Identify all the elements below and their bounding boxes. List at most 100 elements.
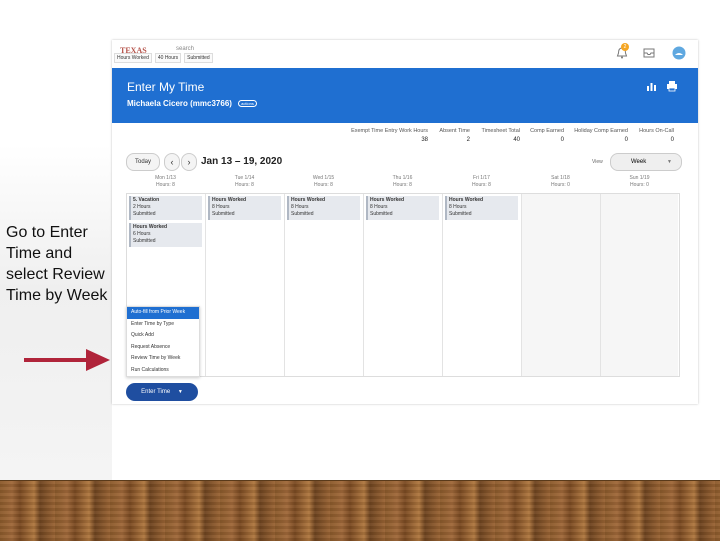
time-block-hours: 8 Hours: [291, 204, 309, 210]
next-week-button[interactable]: ›: [181, 153, 197, 171]
context-tab[interactable]: Hours Worked: [114, 53, 152, 63]
context-tabs: Hours Worked 40 Hours Submitted: [114, 53, 213, 63]
wood-floor-decoration: [0, 480, 720, 541]
page-header: Enter My Time Michaela Cicero (mmc3766) …: [112, 68, 698, 123]
page-title: Enter My Time: [127, 80, 205, 94]
day-column[interactable]: Hours Worked 8 Hours Submitted: [364, 194, 443, 376]
day-hours: Hours: 0: [630, 182, 649, 188]
summary-value: 40: [513, 137, 520, 143]
summary-label: Hours On-Call: [639, 128, 674, 134]
time-block-hours: 8 Hours: [212, 204, 230, 210]
view-select-value: Week: [631, 159, 647, 165]
time-block-status: Submitted: [133, 211, 156, 217]
day-name: Mon 1/13: [155, 175, 176, 181]
summary-label: Timesheet Total: [481, 128, 520, 134]
summary-value: 2: [466, 137, 470, 143]
time-block-hours: 2 Hours: [133, 204, 151, 210]
inbox-icon[interactable]: [642, 46, 656, 60]
enter-time-button-label: Enter Time: [141, 389, 171, 395]
profile-avatar-icon[interactable]: [672, 46, 686, 60]
time-block-status: Submitted: [133, 238, 156, 244]
day-header: Tue 1/14 Hours: 8: [205, 175, 284, 189]
day-name: Tue 1/14: [234, 175, 255, 181]
time-block[interactable]: Hours Worked 8 Hours Submitted: [366, 196, 439, 220]
date-range-label: Jan 13 – 19, 2020: [201, 156, 283, 167]
menu-item-quick-add[interactable]: Quick Add: [127, 330, 199, 342]
workday-screenshot: TEXAS search Hours Worked 40 Hours Submi…: [112, 40, 698, 404]
summary-item: Comp Earned 0: [526, 128, 564, 143]
day-column[interactable]: [522, 194, 601, 376]
summary-label: Exempt Time Entry Work Hours: [351, 128, 428, 134]
chart-icon[interactable]: [646, 80, 658, 92]
time-block-status: Submitted: [291, 211, 314, 217]
time-block-title: Hours Worked: [449, 197, 484, 203]
worker-name-text: Michaela Cicero (mmc3766): [127, 99, 232, 108]
day-hours: Hours: 8: [235, 182, 254, 188]
time-block[interactable]: Hours Worked 8 Hours Submitted: [445, 196, 518, 220]
view-label: View: [592, 159, 603, 165]
day-header: Thu 1/16 Hours: 8: [363, 175, 442, 189]
print-icon[interactable]: [666, 80, 678, 92]
notification-badge: 2: [621, 43, 629, 51]
context-tab[interactable]: Submitted: [184, 53, 213, 63]
summary-item: Absent Time 2: [434, 128, 470, 143]
day-column[interactable]: Hours Worked 8 Hours Submitted: [285, 194, 364, 376]
summary-label: Comp Earned: [530, 128, 564, 134]
day-header: Sun 1/19 Hours: 0: [600, 175, 679, 189]
menu-item-review-time-by-week[interactable]: Review Time by Week: [127, 353, 199, 365]
menu-item-enter-time-by-type[interactable]: Enter Time by Type: [127, 319, 199, 331]
worker-name: Michaela Cicero (mmc3766) actions: [127, 99, 257, 108]
time-block[interactable]: Hours Worked 6 Hours Submitted: [129, 223, 202, 247]
time-block-title: 5. Vacation: [133, 197, 160, 203]
calendar-controls: Today ‹ › Jan 13 – 19, 2020 View Week ▼: [126, 153, 686, 171]
enter-time-menu: Auto-fill from Prior Week Enter Time by …: [126, 306, 200, 377]
summary-value: 38: [421, 137, 428, 143]
time-block[interactable]: Hours Worked 8 Hours Submitted: [287, 196, 360, 220]
pointer-arrow-icon: [24, 349, 110, 371]
view-select[interactable]: Week ▼: [610, 153, 682, 171]
top-bar: TEXAS search Hours Worked 40 Hours Submi…: [112, 40, 698, 68]
day-column[interactable]: Hours Worked 8 Hours Submitted: [206, 194, 285, 376]
previous-week-button[interactable]: ‹: [164, 153, 180, 171]
summary-item: Holiday Comp Earned 0: [568, 128, 628, 143]
day-column[interactable]: [601, 194, 678, 376]
summary-value: 0: [624, 137, 628, 143]
context-tab[interactable]: 40 Hours: [154, 53, 182, 63]
day-header: Mon 1/13 Hours: 8: [126, 175, 205, 189]
time-block-hours: 8 Hours: [370, 204, 388, 210]
day-column[interactable]: Hours Worked 8 Hours Submitted: [443, 194, 522, 376]
time-block-title: Hours Worked: [370, 197, 405, 203]
week-calendar: Mon 1/13 Hours: 8 Tue 1/14 Hours: 8 Wed …: [126, 175, 680, 377]
related-actions-badge[interactable]: actions: [238, 100, 257, 108]
day-hours: Hours: 0: [551, 182, 570, 188]
time-block[interactable]: 5. Vacation 2 Hours Submitted: [129, 196, 202, 220]
day-hours: Hours: 8: [393, 182, 412, 188]
summary-value: 0: [560, 137, 564, 143]
menu-item-request-absence[interactable]: Request Absence: [127, 342, 199, 354]
time-block-status: Submitted: [449, 211, 472, 217]
day-hours: Hours: 8: [314, 182, 333, 188]
enter-time-button[interactable]: Enter Time ▼: [126, 383, 198, 401]
time-block-status: Submitted: [370, 211, 393, 217]
time-block[interactable]: Hours Worked 8 Hours Submitted: [208, 196, 281, 220]
today-button[interactable]: Today: [126, 153, 160, 171]
chevron-down-icon: ▼: [667, 159, 672, 165]
search-field[interactable]: search: [176, 46, 194, 52]
day-name: Sun 1/19: [629, 175, 650, 181]
day-name: Sat 1/18: [551, 175, 570, 181]
day-name: Wed 1/15: [312, 175, 335, 181]
summary-item: Exempt Time Entry Work Hours 38: [342, 128, 428, 143]
day-hours: Hours: 8: [156, 182, 175, 188]
time-block-hours: 8 Hours: [449, 204, 467, 210]
chevron-down-icon: ▼: [177, 389, 183, 395]
day-name: Fri 1/17: [473, 175, 490, 181]
menu-item-run-calculations[interactable]: Run Calculations: [127, 365, 199, 377]
day-header: Fri 1/17 Hours: 8: [442, 175, 521, 189]
instruction-text: Go to Enter Time and select Review Time …: [6, 224, 108, 304]
time-block-title: Hours Worked: [133, 224, 168, 230]
menu-item-auto-fill[interactable]: Auto-fill from Prior Week: [127, 307, 199, 319]
summary-item: Hours On-Call 0: [634, 128, 674, 143]
time-block-title: Hours Worked: [212, 197, 247, 203]
time-block-hours: 6 Hours: [133, 231, 151, 237]
day-header: Wed 1/15 Hours: 8: [284, 175, 363, 189]
